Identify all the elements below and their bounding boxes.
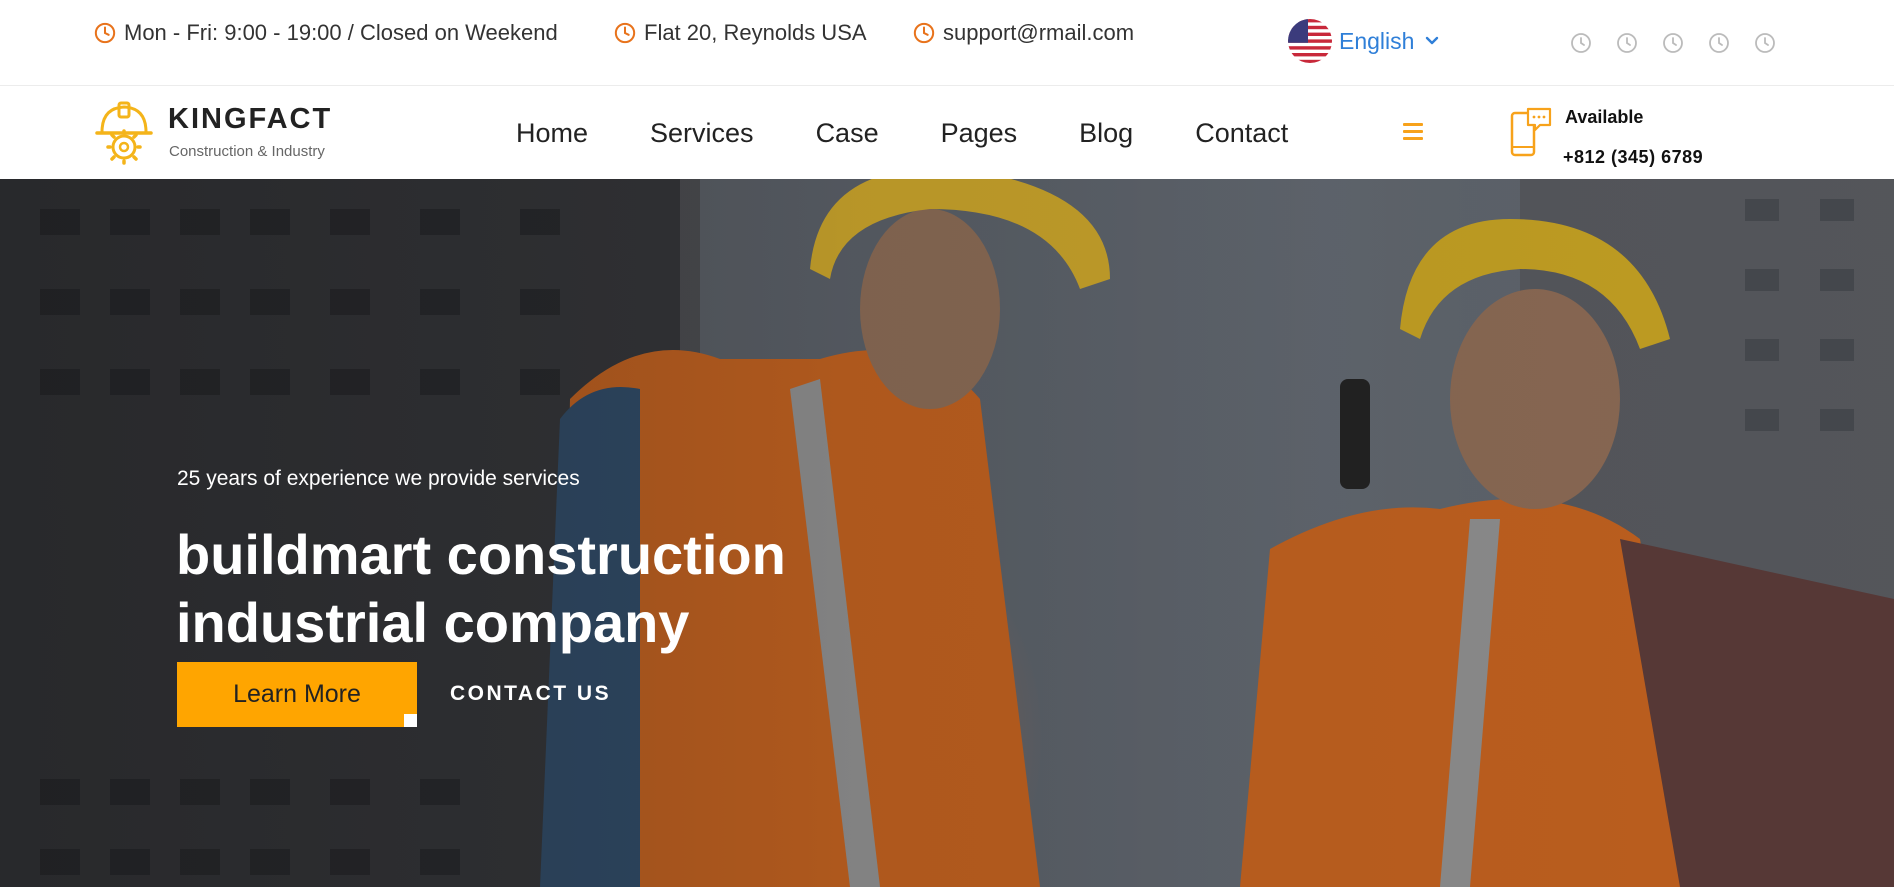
learn-more-button[interactable]: Learn More	[177, 662, 417, 727]
language-label[interactable]: English	[1339, 28, 1414, 55]
language-selector[interactable]: English	[1288, 19, 1440, 63]
hero-banner: 25 years of experience we provide servic…	[0, 179, 1894, 887]
contact-us-button[interactable]: CONTACT US	[450, 682, 611, 706]
email-info[interactable]: support@rmail.com	[913, 20, 1134, 46]
learn-more-label: Learn More	[233, 680, 361, 708]
logo-name: KINGFACT	[168, 103, 333, 135]
us-flag-icon	[1288, 19, 1332, 63]
hero-title: buildmart construction industrial compan…	[176, 521, 876, 657]
address-text: Flat 20, Reynolds USA	[644, 20, 867, 45]
clock-icon	[913, 22, 935, 44]
helmet-gear-logo-icon	[95, 101, 153, 165]
phone-number[interactable]: +812 (345) 6789	[1563, 147, 1703, 168]
menu-item-blog[interactable]: Blog	[1079, 118, 1133, 149]
clock-icon	[614, 22, 636, 44]
social-icon[interactable]	[1754, 32, 1776, 54]
hours-text: Mon - Fri: 9:00 - 19:00 / Closed on Week…	[124, 20, 558, 45]
social-links	[1570, 32, 1776, 54]
availability-label: Available	[1565, 107, 1644, 127]
hero-title-line-1: buildmart construction	[176, 523, 786, 586]
logo-tagline: Construction & Industry	[169, 143, 325, 160]
hero-subtitle: 25 years of experience we provide servic…	[177, 467, 580, 490]
menu-item-contact[interactable]: Contact	[1195, 118, 1288, 149]
hero-title-line-2: industrial company	[176, 591, 690, 654]
social-icon[interactable]	[1662, 32, 1684, 54]
main-menu: Home Services Case Pages Blog Contact	[516, 87, 1350, 179]
phone-chat-icon	[1510, 107, 1552, 157]
clock-icon	[94, 22, 116, 44]
social-icon[interactable]	[1708, 32, 1730, 54]
menu-item-services[interactable]: Services	[650, 118, 754, 149]
chevron-down-icon	[1426, 36, 1439, 45]
main-navbar: KINGFACT Construction & Industry Home Se…	[0, 87, 1894, 179]
social-icon[interactable]	[1570, 32, 1592, 54]
button-corner-decoration	[404, 714, 417, 727]
menu-item-case[interactable]: Case	[816, 118, 879, 149]
social-icon[interactable]	[1616, 32, 1638, 54]
top-info-bar: Mon - Fri: 9:00 - 19:00 / Closed on Week…	[0, 0, 1894, 86]
menu-item-home[interactable]: Home	[516, 118, 588, 149]
hamburger-menu-icon[interactable]	[1403, 123, 1423, 141]
address-info: Flat 20, Reynolds USA	[614, 20, 867, 46]
email-link[interactable]: support@rmail.com	[943, 20, 1134, 46]
menu-item-pages[interactable]: Pages	[941, 118, 1018, 149]
site-logo[interactable]: KINGFACT Construction & Industry	[94, 100, 354, 166]
hours-info: Mon - Fri: 9:00 - 19:00 / Closed on Week…	[94, 20, 558, 46]
